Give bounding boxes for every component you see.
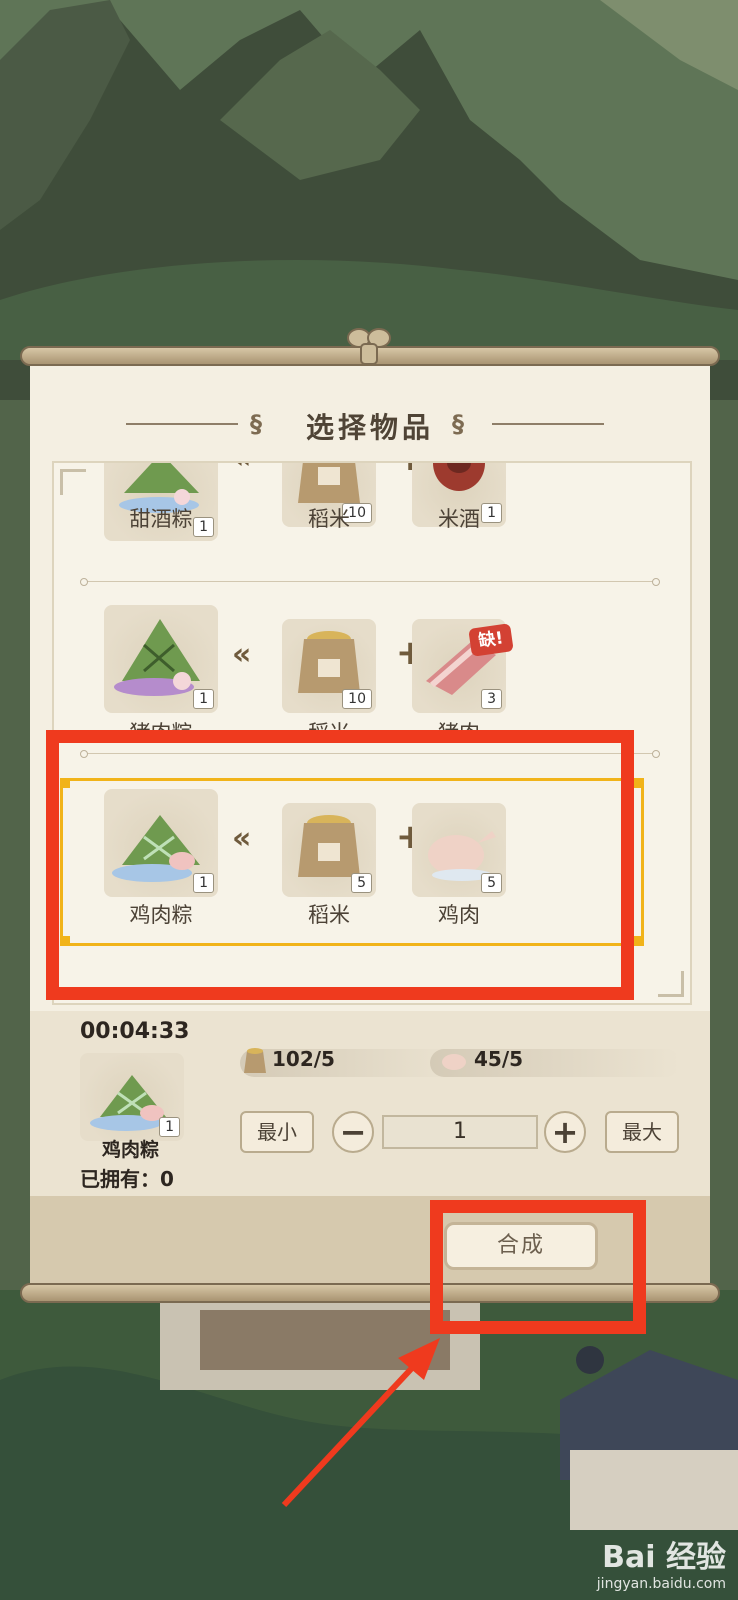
watermark-brand: Bai 经验 — [602, 1540, 726, 1575]
baidu-watermark: Bai 经验 jingyan.baidu.com — [597, 1532, 726, 1592]
watermark-url: jingyan.baidu.com — [596, 1576, 726, 1592]
annotation-arrow-icon — [281, 1338, 440, 1508]
